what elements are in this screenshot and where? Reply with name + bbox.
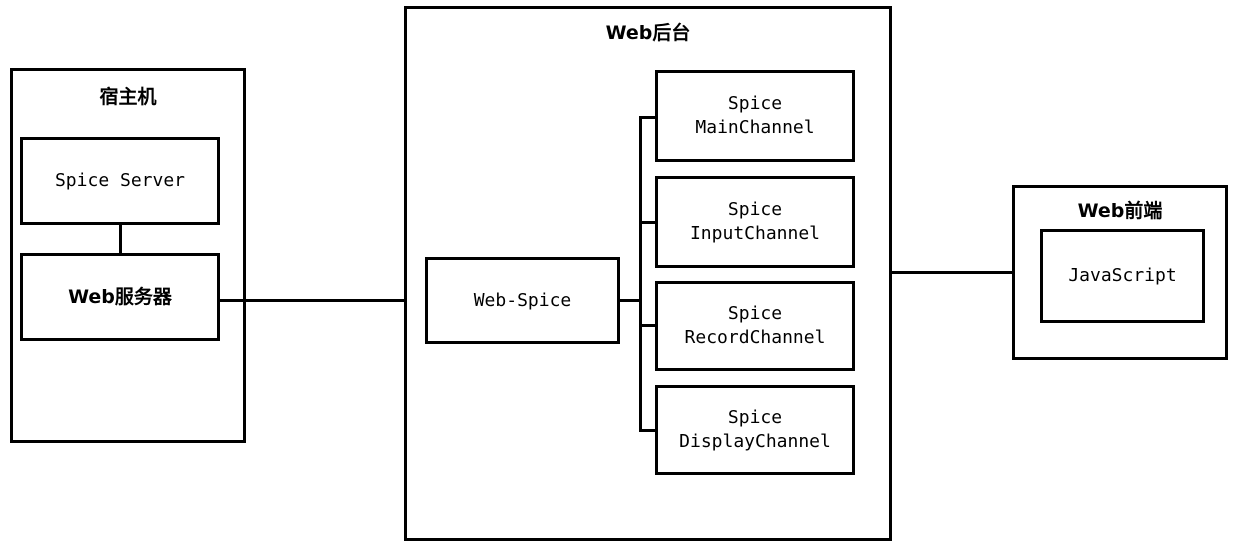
frontend-container-title: Web前端 <box>1077 200 1163 222</box>
web-spice-label: Web-Spice <box>473 289 572 311</box>
spice-inputchannel-box: Spice InputChannel <box>655 176 855 268</box>
connector-webserver-webspice <box>219 299 427 302</box>
web-server-label: Web服务器 <box>68 286 172 308</box>
spice-server-box: Spice Server <box>20 137 220 225</box>
spice-inputchannel-label-line1: Spice <box>727 199 783 220</box>
architecture-diagram: 宿主机 Spice Server Web服务器 Web后台 Web-Spice … <box>0 0 1239 555</box>
backend-container-title: Web后台 <box>605 22 691 44</box>
spice-recordchannel-label-line1: Spice <box>727 303 783 324</box>
spice-mainchannel-label-line2: MainChannel <box>695 117 815 138</box>
channel-bus-trunk <box>639 116 642 432</box>
spice-displaychannel-box: Spice DisplayChannel <box>655 385 855 475</box>
javascript-label: JavaScript <box>1068 265 1177 286</box>
spice-displaychannel-label-line1: Spice <box>727 407 783 428</box>
javascript-box: JavaScript <box>1040 229 1205 323</box>
web-server-box: Web服务器 <box>20 253 220 341</box>
spice-displaychannel-label-line2: DisplayChannel <box>679 431 831 452</box>
host-container-title: 宿主机 <box>99 86 157 108</box>
web-spice-box: Web-Spice <box>425 257 620 344</box>
spice-recordchannel-label-line2: RecordChannel <box>684 327 826 348</box>
spice-inputchannel-label-line2: InputChannel <box>689 223 821 244</box>
spice-mainchannel-label-line1: Spice <box>727 93 783 114</box>
connector-spiceserver-webserver <box>119 224 122 254</box>
spice-mainchannel-box: Spice MainChannel <box>655 70 855 162</box>
connector-backend-frontend <box>889 271 1015 274</box>
spice-recordchannel-box: Spice RecordChannel <box>655 281 855 371</box>
spice-server-label: Spice Server <box>54 170 186 191</box>
